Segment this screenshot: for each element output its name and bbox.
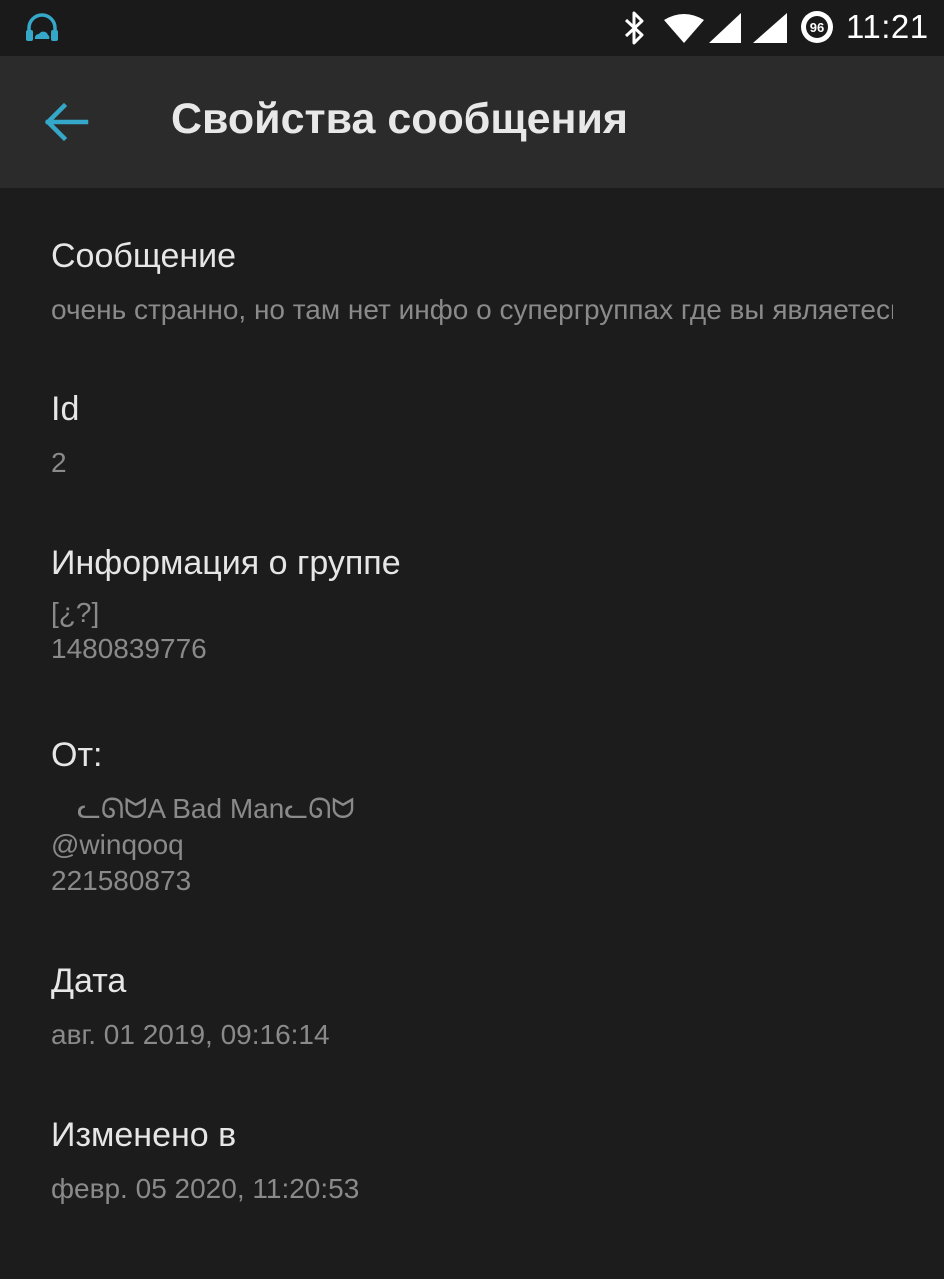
field-label: Сообщение	[51, 237, 237, 275]
field-value-line: 1480839776	[51, 633, 207, 664]
field-value: очень странно, но там нет инфо о супергр…	[51, 294, 893, 325]
wifi-icon	[664, 14, 704, 43]
field-label: Дата	[51, 962, 127, 1000]
field-id[interactable]: Id 2	[51, 389, 901, 481]
field-label: Id	[51, 390, 80, 428]
sender-username: @winqooq	[51, 829, 184, 860]
field-edited[interactable]: Изменено в февр. 05 2020, 11:20:53	[51, 1115, 901, 1207]
arrow-left-icon[interactable]	[38, 100, 92, 144]
battery-icon: 96	[801, 11, 833, 43]
battery-level: 96	[810, 20, 824, 35]
page-title: Свойства сообщения	[171, 95, 629, 143]
sender-id: 221580873	[51, 865, 192, 896]
bluetooth-icon	[624, 11, 644, 45]
field-value: февр. 05 2020, 11:20:53	[51, 1173, 360, 1204]
signal-icon	[753, 13, 787, 43]
field-value: авг. 01 2019, 09:16:14	[51, 1019, 330, 1050]
field-message[interactable]: Сообщение очень странно, но там нет инфо…	[51, 236, 901, 328]
field-value: 2	[51, 447, 67, 478]
field-date[interactable]: Дата авг. 01 2019, 09:16:14	[51, 961, 901, 1053]
toolbar: Свойства сообщения	[0, 56, 944, 188]
signal-icon	[709, 13, 741, 43]
field-label: Информация о группе	[51, 544, 401, 582]
field-value-line: [¿?]	[51, 597, 100, 628]
status-bar: 96 11:21	[0, 0, 944, 56]
sender-name: ᓚᘏᗢA Bad Manᓚᘏᗢ	[77, 793, 355, 824]
field-from[interactable]: От: ᓚᘏᗢA Bad Manᓚᘏᗢ @winqooq 221580873	[51, 735, 901, 899]
field-group-info[interactable]: Информация о группе [¿?] 1480839776	[51, 543, 901, 667]
headphones-cloud-icon	[26, 13, 58, 41]
status-time: 11:21	[846, 8, 929, 45]
field-label: Изменено в	[51, 1116, 237, 1154]
field-label: От:	[51, 736, 103, 774]
